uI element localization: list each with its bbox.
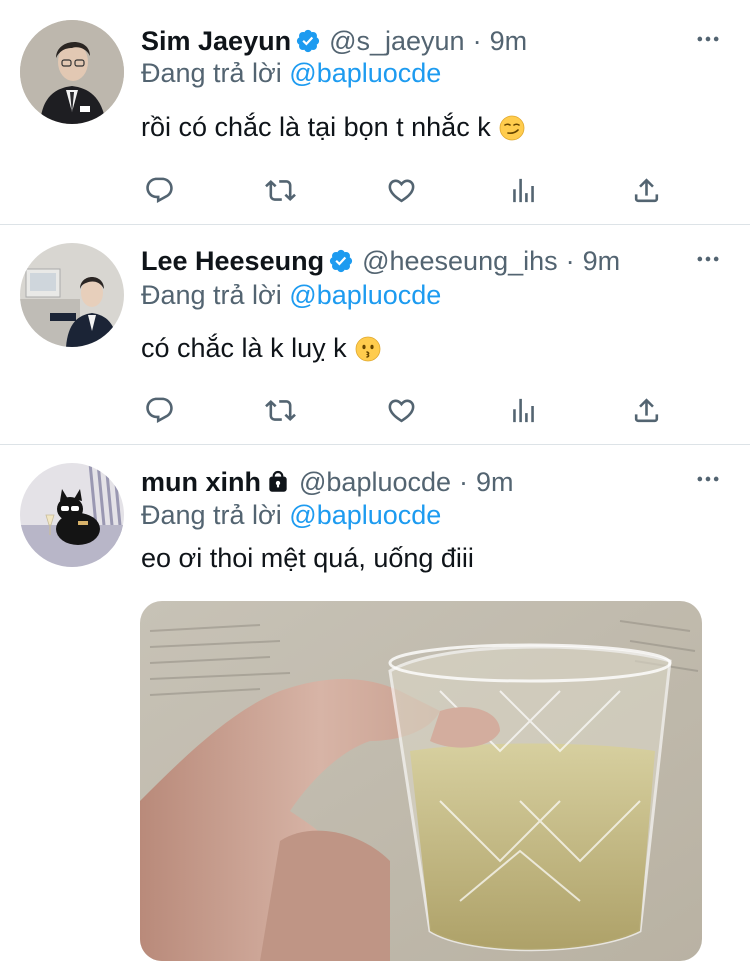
tweet-text: rồi có chắc là tại bọn t nhắc k xyxy=(141,112,525,143)
more-icon[interactable] xyxy=(694,245,722,273)
avatar[interactable] xyxy=(20,20,124,124)
tweet-photo[interactable] xyxy=(140,601,702,961)
tweet-text-content: rồi có chắc là tại bọn t nhắc k xyxy=(141,112,491,142)
replying-to-label: Đang trả lời xyxy=(141,58,282,88)
stats-icon[interactable] xyxy=(505,392,541,428)
timestamp[interactable]: 9m xyxy=(476,467,514,498)
verified-icon xyxy=(295,28,321,54)
display-name[interactable]: Sim Jaeyun xyxy=(141,26,291,57)
share-icon[interactable] xyxy=(628,172,664,208)
tweet-header: Lee Heeseung @heeseung_ihs · 9m xyxy=(141,243,620,279)
replying-to: Đang trả lời @bapluocde xyxy=(141,280,441,311)
tweet-text-content: eo ơi thoi mệt quá, uống điii xyxy=(141,543,474,573)
stats-icon[interactable] xyxy=(505,172,541,208)
display-name[interactable]: mun xinh xyxy=(141,467,261,498)
display-name[interactable]: Lee Heeseung xyxy=(141,246,324,277)
avatar[interactable] xyxy=(20,243,124,347)
tweet-header: mun xinh @bapluocde · 9m xyxy=(141,464,514,500)
tweet-header: Sim Jaeyun @s_jaeyun · 9m xyxy=(141,23,527,59)
mention-link[interactable]: @bapluocde xyxy=(289,500,441,530)
tweet[interactable]: Lee Heeseung @heeseung_ihs · 9m Đang trả… xyxy=(0,225,750,445)
kissing-face-icon xyxy=(355,336,381,362)
replying-to: Đang trả lời @bapluocde xyxy=(141,500,441,531)
tweet-actions xyxy=(141,392,671,428)
replying-to-label: Đang trả lời xyxy=(141,500,282,530)
username[interactable]: @bapluocde xyxy=(299,467,451,498)
tweet[interactable]: Sim Jaeyun @s_jaeyun · 9m Đang trả lời @… xyxy=(0,0,750,225)
like-icon[interactable] xyxy=(383,392,419,428)
tweet[interactable]: mun xinh @bapluocde · 9m Đang trả lời @b… xyxy=(0,445,750,975)
tweet-text: có chắc là k luỵ k xyxy=(141,333,381,364)
avatar[interactable] xyxy=(20,463,124,567)
tweet-text: eo ơi thoi mệt quá, uống điii xyxy=(141,543,474,574)
timestamp[interactable]: 9m xyxy=(583,246,621,277)
mention-link[interactable]: @bapluocde xyxy=(289,280,441,310)
retweet-icon[interactable] xyxy=(262,172,298,208)
mention-link[interactable]: @bapluocde xyxy=(289,58,441,88)
username[interactable]: @heeseung_ihs xyxy=(362,246,558,277)
timestamp[interactable]: 9m xyxy=(490,26,528,57)
username[interactable]: @s_jaeyun xyxy=(329,26,465,57)
retweet-icon[interactable] xyxy=(262,392,298,428)
share-icon[interactable] xyxy=(628,392,664,428)
tweet-actions xyxy=(141,172,671,208)
more-icon[interactable] xyxy=(694,465,722,493)
separator: · xyxy=(472,25,482,56)
verified-icon xyxy=(328,248,354,274)
like-icon[interactable] xyxy=(383,172,419,208)
separator: · xyxy=(459,466,469,497)
separator: · xyxy=(565,245,575,276)
replying-to: Đang trả lời @bapluocde xyxy=(141,58,441,89)
tweet-text-content: có chắc là k luỵ k xyxy=(141,333,347,363)
smirking-face-icon xyxy=(499,115,525,141)
reply-icon[interactable] xyxy=(141,172,177,208)
reply-icon[interactable] xyxy=(141,392,177,428)
more-icon[interactable] xyxy=(694,25,722,53)
lock-icon xyxy=(265,469,291,495)
replying-to-label: Đang trả lời xyxy=(141,280,282,310)
